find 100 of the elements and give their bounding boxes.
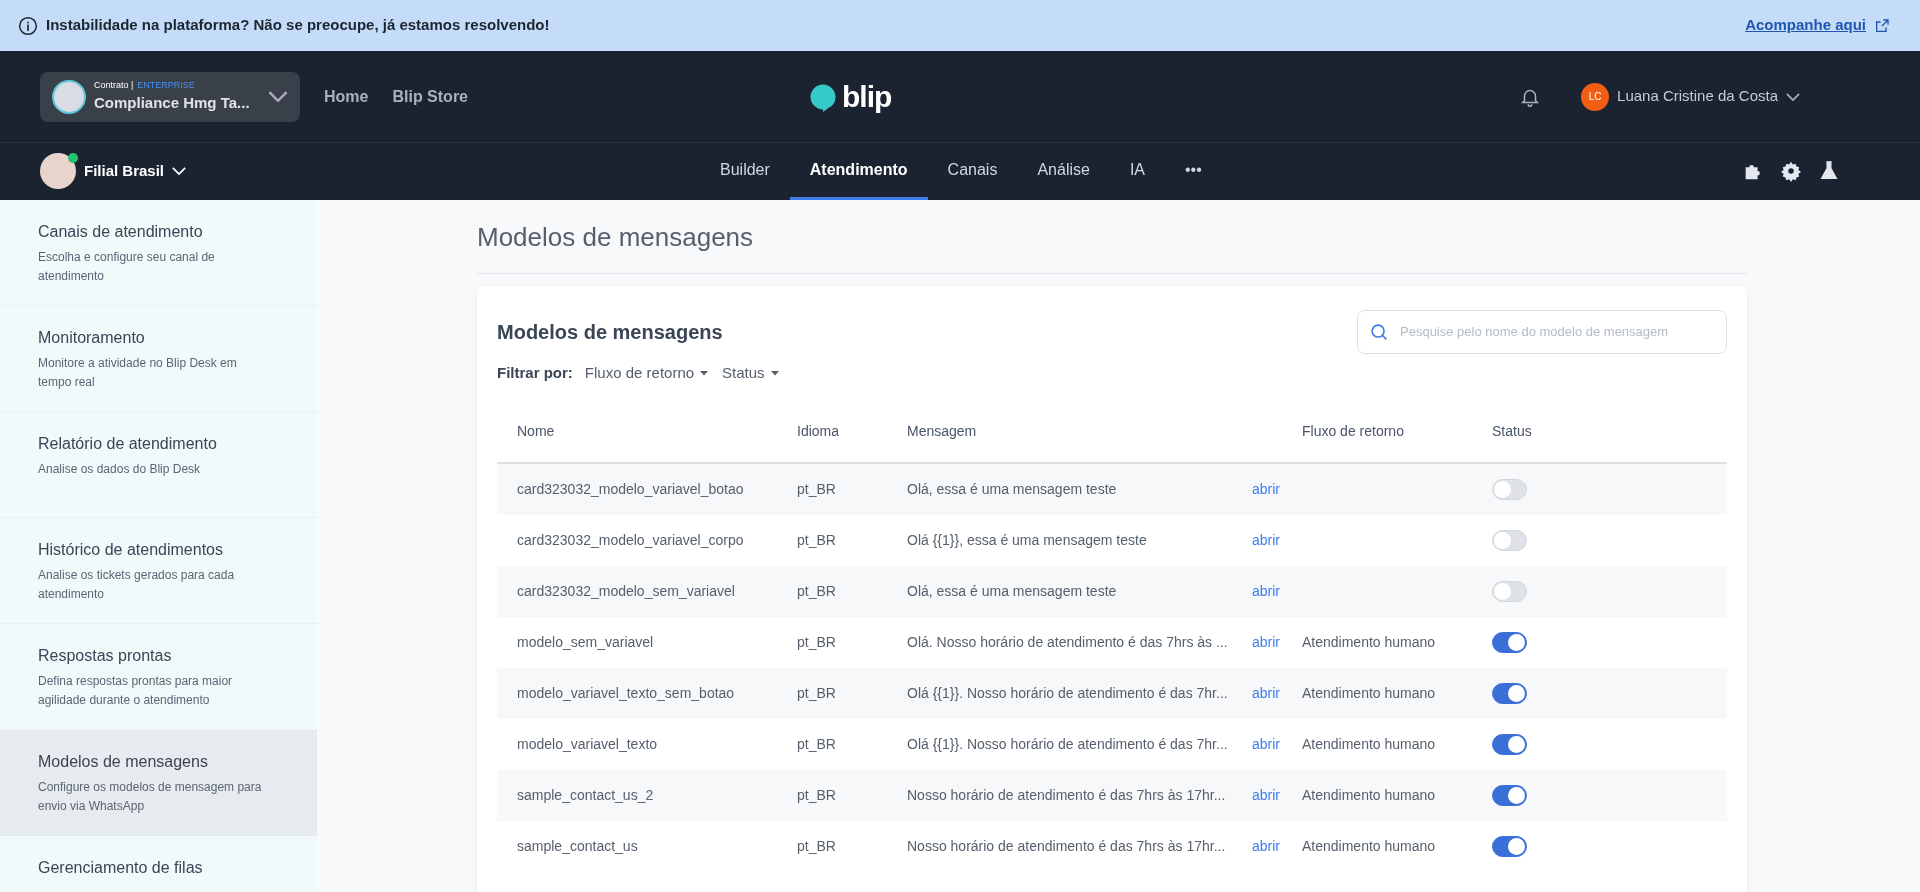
table-cell-text: pt_BR [797, 684, 837, 704]
column-header: Status [1492, 422, 1532, 441]
open-link[interactable]: abrir [1252, 683, 1302, 705]
column-header: Fluxo de retorno [1302, 422, 1405, 441]
sidebar-item[interactable]: Canais de atendimento Escolha e configure seu canal de atendimento [0, 199, 317, 306]
sidebar-item-description: Defina respostas prontas para maior agilidade durante o atendimento [38, 672, 234, 709]
sidebar-item-title: Histórico de atendimentos [38, 539, 224, 560]
table-cell-text: Atendimento humano [1302, 837, 1437, 857]
sidebar-item-title: Gerenciamento de filas [38, 857, 204, 878]
nav-tab[interactable]: Análise [1017, 142, 1110, 201]
sidebar-item-title: Respostas prontas [38, 645, 173, 666]
status-toggle[interactable] [1492, 683, 1527, 705]
open-link[interactable]: abrir [1252, 836, 1302, 858]
table-cell-text: modelo_variavel_texto [516, 735, 659, 755]
table-cell-text: card323032_modelo_variavel_botao [516, 480, 745, 500]
sidebar-item-description: Analise os dados do Blip Desk [38, 460, 202, 478]
nav-link[interactable]: Home [324, 84, 369, 109]
status-toggle[interactable] [1492, 836, 1527, 858]
table-cell-text: Olá. Nosso horário de atendimento é das 7hrs às ... [907, 633, 1229, 653]
user-menu[interactable]: LC Luana Cristine da Costa [1581, 82, 1800, 111]
page-title: Modelos de mensagens [477, 221, 1747, 274]
column-header: Mensagem [907, 422, 978, 441]
filter-dropdown[interactable]: Fluxo de retorno [580, 362, 715, 385]
nav-tab[interactable]: Atendimento [789, 142, 928, 201]
card-title: Modelos de mensagens [497, 320, 723, 345]
contract-selector[interactable]: Contrato | ENTERPRISE Compliance Hmg Ta... [40, 71, 300, 122]
nav-tab[interactable]: Builder [700, 142, 790, 201]
status-toggle[interactable] [1492, 632, 1527, 654]
sidebar-item-title: Modelos de mensagens [38, 751, 209, 772]
sidebar-item[interactable]: Relatório de atendimento Analise os dados do Blip Desk [0, 411, 317, 518]
column-header: Nome [516, 422, 556, 441]
nav-tab[interactable]: IA [1109, 142, 1165, 201]
chevron-down-icon [268, 91, 288, 103]
table-cell-text: Atendimento humano [1302, 786, 1437, 806]
table-cell-text: Olá, essa é uma mensagem teste [907, 582, 1118, 602]
sidebar-item[interactable]: Histórico de atendimentos Analise os tickets gerados para cada atendimento [0, 517, 317, 624]
bot-selector[interactable]: Filial Brasil [40, 153, 700, 190]
column-header: Idioma [797, 422, 841, 441]
sidebar-item-title: Canais de atendimento [38, 221, 204, 242]
logo-text: blip [842, 79, 892, 116]
table-cell-text: Nosso horário de atendimento é das 7hrs às 17hr... [907, 837, 1227, 857]
banner-message: Instabilidade na plataforma? Não se preocupe, já estamos resolvendo! [46, 15, 550, 36]
table-cell-text: Atendimento humano [1302, 684, 1437, 704]
contract-avatar [52, 79, 86, 114]
follow-link[interactable]: Acompanhe aqui [1745, 14, 1866, 37]
sidebar-item[interactable]: Monitoramento Monitore a atividade no Blip Desk em tempo real [0, 305, 317, 412]
contract-plan: ENTERPRISE [137, 78, 195, 92]
chevron-down-icon [1786, 92, 1800, 101]
table-cell-text: sample_contact_us_2 [516, 786, 655, 806]
table-cell-text: pt_BR [797, 837, 837, 857]
user-name: Luana Cristine da Costa [1617, 86, 1778, 107]
table-cell-text: Olá, essa é uma mensagem teste [907, 480, 1118, 500]
info-icon [18, 15, 38, 36]
bot-avatar [40, 153, 76, 190]
chevron-down-icon [172, 167, 187, 176]
open-link[interactable]: abrir [1252, 530, 1302, 552]
table-cell-text: modelo_sem_variavel [516, 633, 655, 653]
table-cell-text: pt_BR [797, 786, 837, 806]
filter-dropdown[interactable]: Status [718, 362, 785, 385]
open-link[interactable]: abrir [1252, 632, 1302, 654]
settings-icon [1780, 160, 1802, 183]
open-link[interactable]: abrir [1252, 785, 1302, 807]
open-link[interactable]: abrir [1252, 479, 1302, 501]
table-cell-text: Nosso horário de atendimento é das 7hrs às 17hr... [907, 786, 1227, 806]
contract-name: Compliance Hmg Ta... [94, 93, 251, 114]
sidebar-item-description: Analise os tickets gerados para cada atendimento [38, 566, 236, 603]
table-cell-text: Atendimento humano [1302, 735, 1437, 755]
table-cell-text: pt_BR [797, 480, 837, 500]
status-toggle[interactable] [1492, 734, 1527, 756]
search-icon [1368, 321, 1390, 343]
nav-tab[interactable]: ••• [1165, 142, 1222, 201]
table-cell-text: pt_BR [797, 633, 837, 653]
table-cell-text: Olá {{1}}. Nosso horário de atendimento é das 7hr... [907, 735, 1229, 755]
external-link-icon [1874, 17, 1890, 34]
contract-label: Contrato | [94, 78, 134, 92]
table-cell-text: pt_BR [797, 531, 837, 551]
table-cell-text: Olá {{1}}, essa é uma mensagem teste [907, 531, 1148, 551]
sidebar-item[interactable]: Respostas prontas Defina respostas prontas para maior agilidade durante o atendimento [0, 623, 317, 730]
nav-link[interactable]: Blip Store [392, 84, 468, 109]
status-toggle[interactable] [1492, 785, 1527, 807]
table-cell-text: card323032_modelo_variavel_corpo [516, 531, 745, 551]
search-box[interactable]: Pesquise pelo nome do modelo de mensagem [1357, 310, 1727, 354]
sidebar-item-title: Monitoramento [38, 327, 146, 348]
open-link[interactable]: abrir [1252, 581, 1302, 603]
sidebar-item-description: Escolha e configure seu canal de atendimento [38, 248, 216, 285]
sidebar-item-description: Monitore a atividade no Blip Desk em tempo real [38, 354, 238, 391]
table-cell-text: Atendimento humano [1302, 633, 1437, 653]
open-link[interactable]: abrir [1252, 734, 1302, 756]
table-cell-text: Olá {{1}}. Nosso horário de atendimento é das 7hr... [907, 684, 1229, 704]
table-cell-text: sample_contact_us [516, 837, 639, 857]
filter-label: Filtrar por: [497, 363, 573, 383]
table-cell-text: modelo_variavel_texto_sem_botao [516, 684, 736, 704]
sidebar-item-description: Configure os modelos de mensagem para envio via WhatsApp [38, 778, 263, 815]
bot-name: Filial Brasil [84, 161, 165, 182]
sidebar-item[interactable]: Gerenciamento de filas [0, 835, 317, 892]
sidebar-item[interactable]: Modelos de mensagens Configure os modelos de mensagem para envio via WhatsApp [0, 729, 317, 836]
user-avatar: LC [1581, 82, 1610, 111]
sidebar-item-title: Relatório de atendimento [38, 433, 218, 454]
table-cell-text: pt_BR [797, 582, 837, 602]
nav-tab[interactable]: Canais [927, 142, 1018, 201]
